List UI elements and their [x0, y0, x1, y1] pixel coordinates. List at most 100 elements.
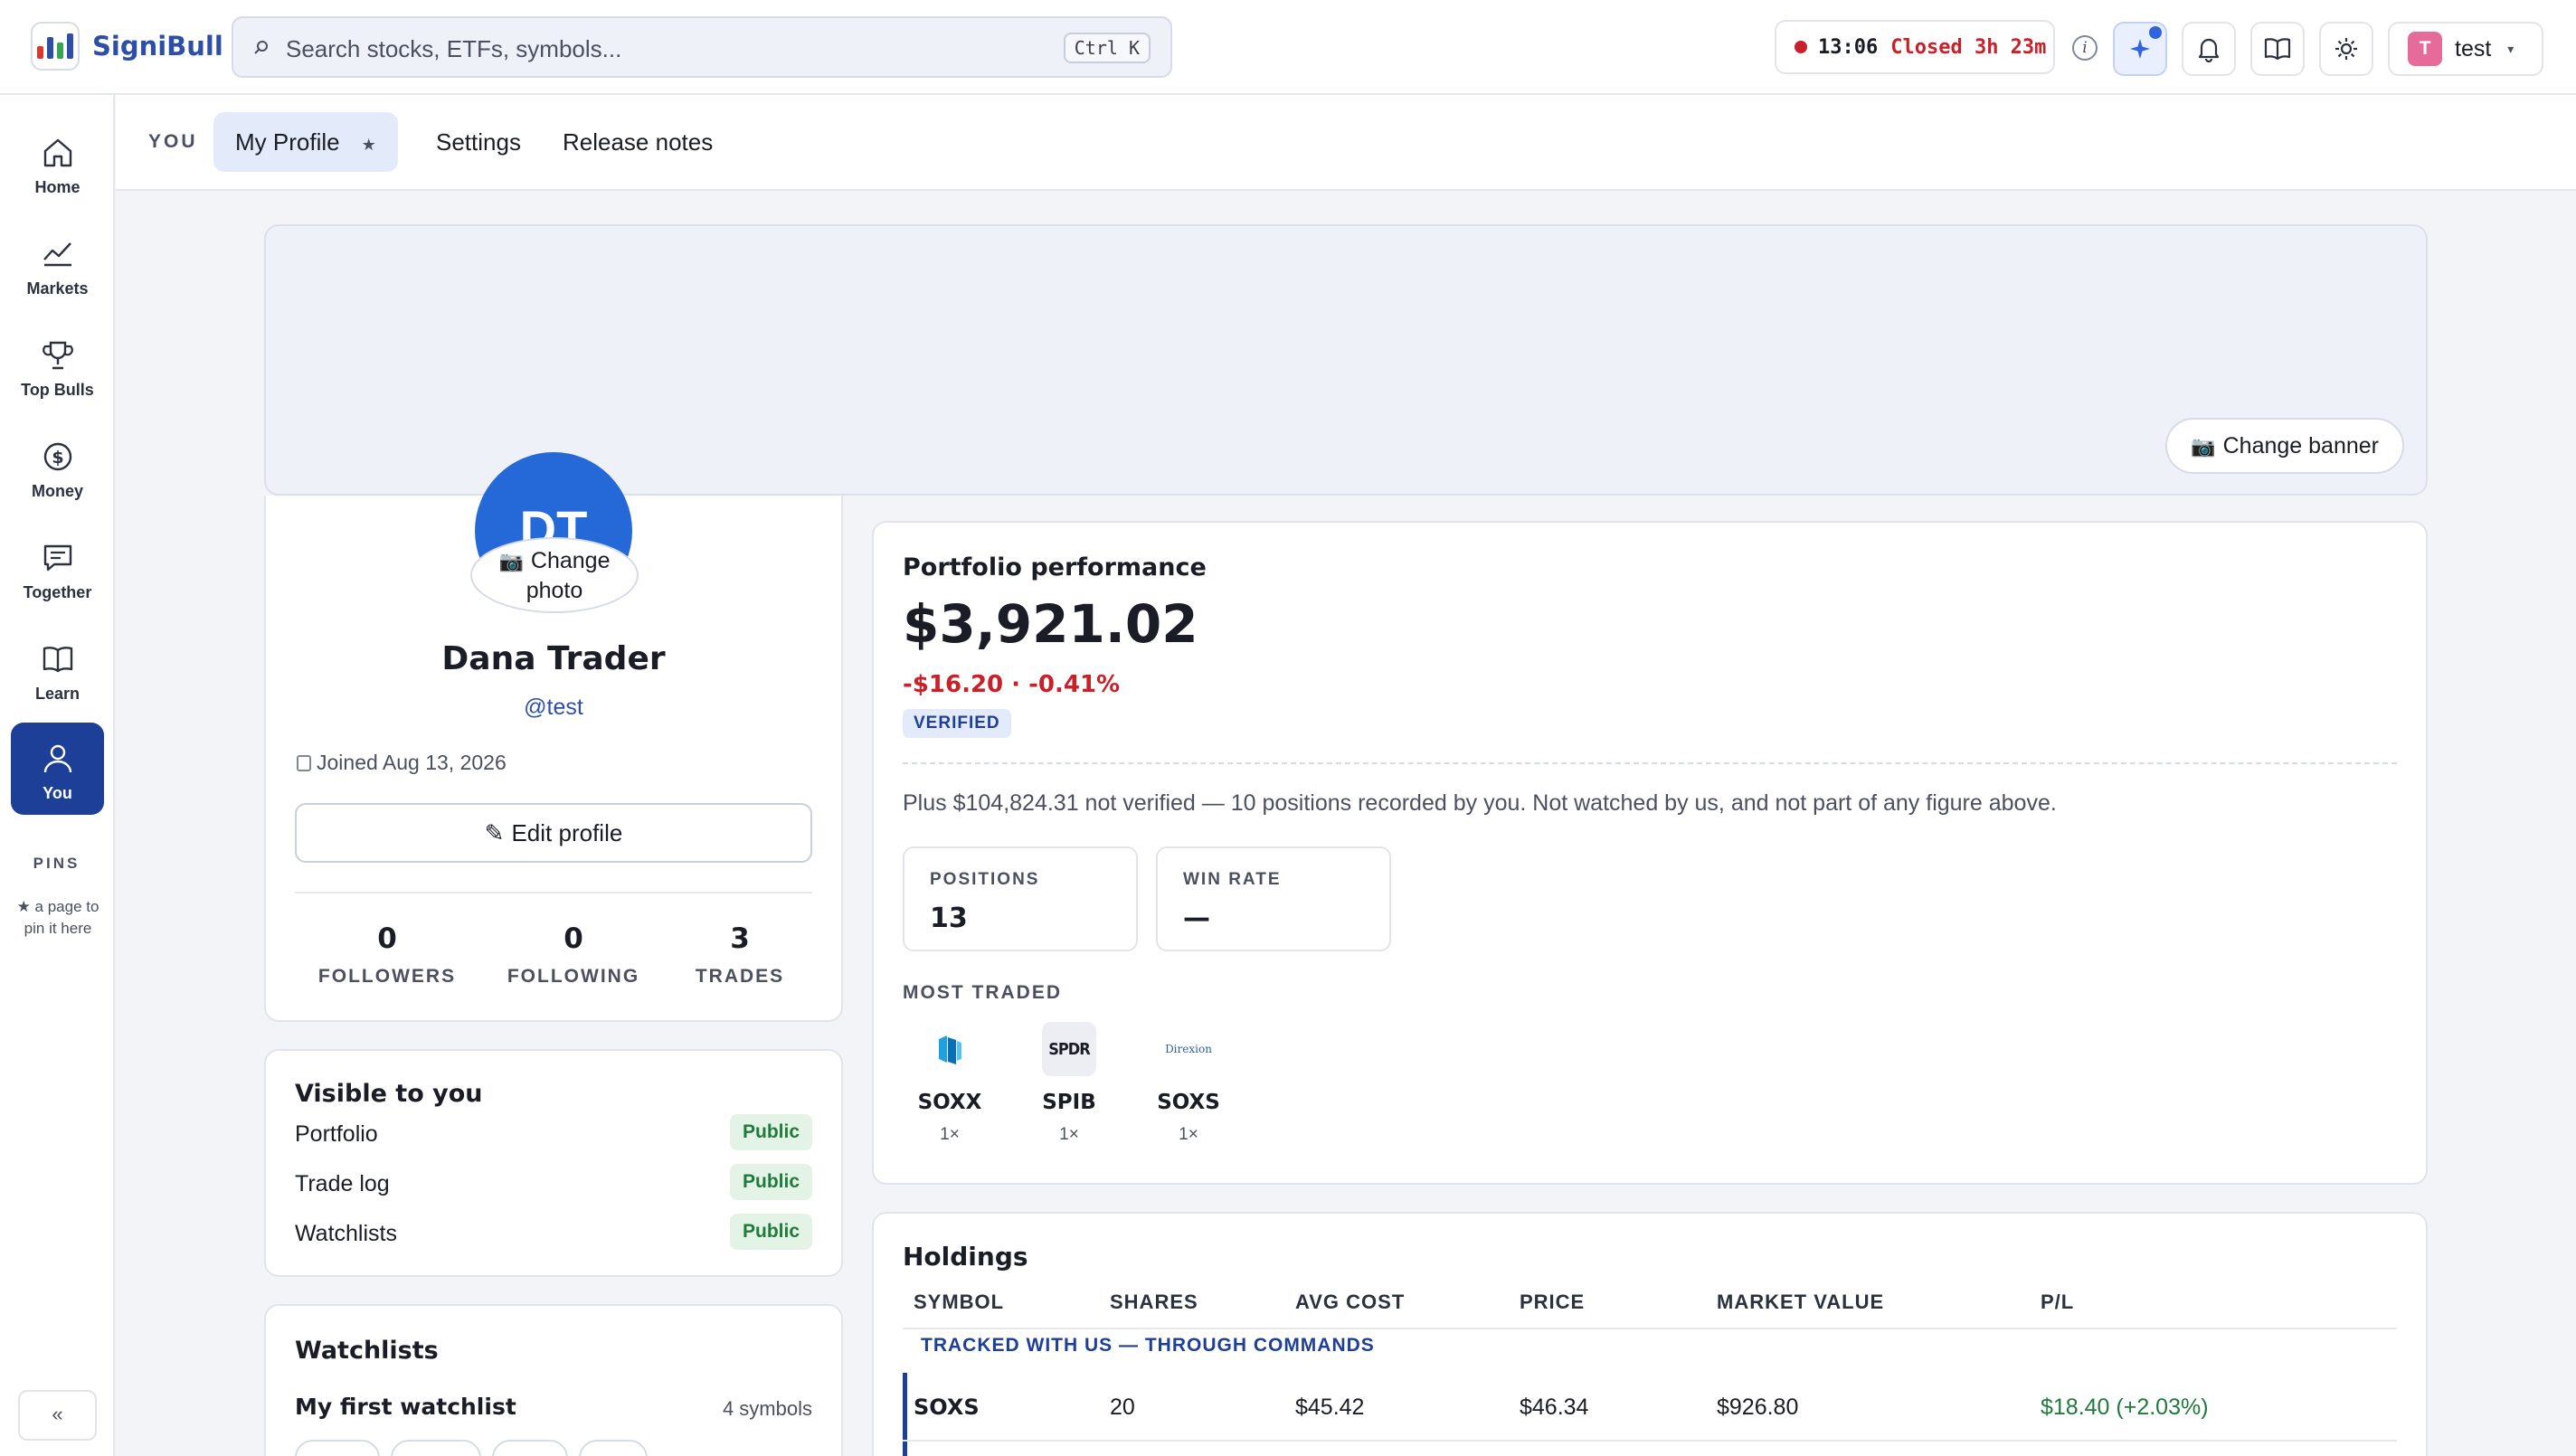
most-traded-item[interactable]: Direxion SOXS 1×: [1141, 1022, 1236, 1145]
divider: [903, 1440, 2397, 1442]
column-header-avg-cost[interactable]: AVG COST: [1295, 1291, 1405, 1314]
status-badge[interactable]: Public: [729, 1214, 812, 1250]
profile-name: Dana Trader: [441, 640, 666, 677]
stat-trades[interactable]: 3 TRADES: [649, 922, 830, 988]
sparkle-icon: [2130, 39, 2150, 59]
logo-mark-icon: [31, 22, 80, 71]
edit-profile-label: Edit profile: [511, 819, 623, 846]
pins-title: PINS: [33, 855, 80, 872]
column-header-pl[interactable]: P/L: [2041, 1291, 2074, 1314]
most-traded-item[interactable]: SOXX 1×: [903, 1022, 997, 1145]
calendar-icon: [297, 755, 311, 771]
trophy-icon: [43, 341, 73, 370]
dollar-coin-icon: $: [43, 442, 72, 471]
watchlist-count: 4 symbols: [722, 1397, 812, 1420]
most-traded-item[interactable]: SPDR SPIB 1×: [1022, 1022, 1116, 1145]
stat-label: FOLLOWERS: [317, 966, 457, 987]
tab-my-profile[interactable]: My Profile ★: [213, 112, 398, 172]
profile-banner: 📷 Change banner: [264, 224, 2428, 496]
visibility-title: Visible to you: [295, 1080, 483, 1108]
status-badge[interactable]: Public: [729, 1164, 812, 1200]
sidebar-item-together[interactable]: Together: [11, 522, 104, 614]
sidebar-item-top-bulls[interactable]: Top Bulls: [11, 319, 104, 411]
camera-icon: 📷: [2191, 435, 2216, 458]
section-label: YOU: [148, 131, 198, 152]
sidebar-item-markets[interactable]: Markets: [11, 218, 104, 310]
market-status[interactable]: 13:06 Closed 3h 23m: [1775, 20, 2055, 74]
visibility-label: Trade log: [295, 1171, 390, 1196]
status-badge[interactable]: Public: [729, 1114, 812, 1150]
verified-badge: VERIFIED: [903, 709, 1011, 738]
guide-button[interactable]: [2250, 22, 2305, 76]
sidebar-item-label: Learn: [34, 685, 80, 703]
edit-profile-button[interactable]: ✎ Edit profile: [295, 803, 812, 863]
watchlist-name[interactable]: My first watchlist: [295, 1394, 516, 1420]
sidebar-item-you[interactable]: You: [11, 723, 104, 815]
stat-value: 0: [377, 922, 397, 955]
most-traded-count: 1×: [940, 1125, 960, 1144]
joined-date: Joined Aug 13, 2026: [297, 751, 507, 775]
chat-icon: [43, 544, 72, 572]
stat-label: TRADES: [695, 966, 785, 987]
svg-text:$: $: [52, 448, 63, 468]
market-state: Closed 3h 23m: [1890, 35, 2047, 59]
sidebar-item-money[interactable]: $ Money: [11, 421, 104, 513]
column-header-price[interactable]: PRICE: [1520, 1291, 1585, 1314]
kpi-positions: POSITIONS 13: [903, 846, 1138, 951]
notifications-button[interactable]: [2182, 22, 2236, 76]
star-icon[interactable]: ★: [362, 136, 376, 154]
market-closed-dot-icon: [1795, 41, 1807, 53]
user-menu-button[interactable]: T test ▾: [2388, 22, 2543, 76]
column-header-market-value[interactable]: MARKET VALUE: [1717, 1291, 1884, 1314]
performance-title: Portfolio performance: [903, 553, 1207, 581]
info-icon[interactable]: i: [2072, 35, 2098, 61]
notification-dot-icon: [2149, 26, 2162, 39]
market-time: 13:06: [1818, 35, 1879, 59]
cell-symbol[interactable]: SOXS: [914, 1395, 980, 1420]
sidebar: Home Markets Top Bulls $ Money Together …: [0, 95, 115, 1456]
spdr-logo-icon: SPDR: [1042, 1022, 1096, 1076]
visibility-label: Watchlists: [295, 1221, 397, 1246]
most-traded-symbol: SPIB: [1042, 1091, 1096, 1114]
watchlist-symbol-chip[interactable]: [391, 1440, 481, 1456]
stat-following[interactable]: 0 FOLLOWING: [483, 922, 664, 988]
holdings-title: Holdings: [903, 1242, 1028, 1272]
watchlist-symbol-chip[interactable]: [492, 1440, 568, 1456]
sidebar-item-home[interactable]: Home: [11, 117, 104, 209]
theme-toggle-button[interactable]: [2319, 22, 2373, 76]
book-icon: [2264, 38, 2291, 61]
kpi-label: WIN RATE: [1183, 870, 1282, 889]
stat-followers[interactable]: 0 FOLLOWERS: [297, 922, 478, 988]
tab-release-notes[interactable]: Release notes: [563, 112, 713, 172]
watchlists-title: Watchlists: [295, 1337, 439, 1365]
change-photo-label: Change photo: [526, 548, 611, 603]
app-logo[interactable]: SigniBull: [31, 22, 223, 71]
sidebar-item-learn[interactable]: Learn: [11, 623, 104, 715]
visibility-row-trade-log: Trade log Public: [295, 1164, 812, 1200]
top-bar: SigniBull Search stocks, ETFs, symbols..…: [0, 0, 2576, 95]
watchlist-symbol-chip[interactable]: [295, 1440, 380, 1456]
row-accent: [903, 1373, 907, 1456]
divider: [903, 1328, 2397, 1329]
sidebar-item-label: Together: [23, 583, 92, 601]
search-bar[interactable]: Search stocks, ETFs, symbols... Ctrl K: [232, 16, 1172, 78]
search-input[interactable]: Search stocks, ETFs, symbols...: [286, 35, 621, 63]
visibility-label: Portfolio: [295, 1121, 378, 1147]
kpi-value: —: [1183, 903, 1210, 934]
stat-label: FOLLOWING: [507, 966, 640, 987]
change-banner-button[interactable]: 📷 Change banner: [2165, 418, 2404, 474]
most-traded-symbol: SOXS: [1157, 1091, 1220, 1114]
column-header-shares[interactable]: SHARES: [1110, 1291, 1198, 1314]
profile-handle[interactable]: @test: [264, 695, 843, 721]
tab-settings[interactable]: Settings: [436, 112, 521, 172]
change-photo-button[interactable]: 📷 Change photo: [470, 537, 639, 613]
collapse-sidebar-button[interactable]: «: [18, 1390, 97, 1441]
ai-assistant-button[interactable]: [2113, 22, 2167, 76]
portfolio-value: $3,921.02: [903, 593, 1198, 655]
most-traded-count: 1×: [1059, 1125, 1079, 1144]
chart-line-icon: [43, 242, 71, 267]
sidebar-item-label: Markets: [26, 279, 89, 298]
column-header-symbol[interactable]: SYMBOL: [914, 1291, 1004, 1314]
watchlist-symbol-chip[interactable]: [579, 1440, 648, 1456]
visibility-row-portfolio: Portfolio Public: [295, 1114, 812, 1150]
